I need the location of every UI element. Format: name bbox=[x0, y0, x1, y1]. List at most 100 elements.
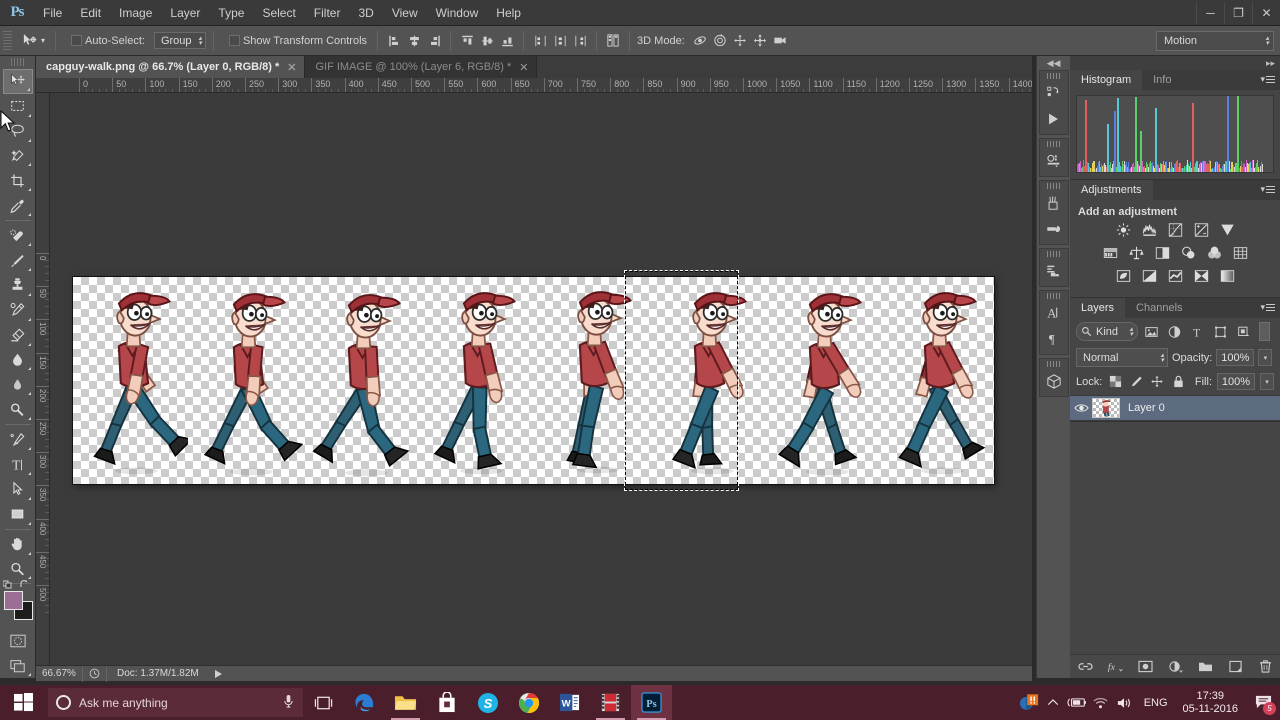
sprite-frame[interactable] bbox=[764, 277, 879, 484]
start-button[interactable] bbox=[0, 685, 46, 720]
layer-filter-kind-dropdown[interactable]: Kind ▴ ▾ bbox=[1076, 322, 1138, 341]
lock-position-icon[interactable] bbox=[1149, 374, 1165, 390]
tool-quick-mask[interactable] bbox=[3, 628, 33, 653]
tool-blur[interactable] bbox=[3, 372, 33, 397]
auto-align-layers-icon[interactable] bbox=[604, 32, 622, 50]
menu-image[interactable]: Image bbox=[110, 2, 161, 24]
tool-clone-stamp[interactable] bbox=[3, 273, 33, 298]
action-center-button[interactable]: 5 bbox=[1246, 685, 1280, 720]
document-info[interactable]: Doc: 1.37M/1.82M bbox=[107, 668, 209, 679]
align-left-edges-icon[interactable] bbox=[385, 32, 403, 50]
new-adjustment-layer-icon[interactable] bbox=[1167, 659, 1183, 675]
sprite-frame[interactable] bbox=[649, 277, 764, 484]
delete-layer-icon[interactable] bbox=[1257, 659, 1273, 675]
3d-camera-icon[interactable] bbox=[771, 32, 789, 50]
rail-grip[interactable] bbox=[1047, 251, 1060, 257]
taskbar-app-microsoft-store[interactable] bbox=[426, 685, 467, 720]
menu-edit[interactable]: Edit bbox=[71, 2, 110, 24]
menu-type[interactable]: Type bbox=[209, 2, 253, 24]
adjustment-filter-icon[interactable] bbox=[1165, 322, 1184, 341]
tool-dodge[interactable] bbox=[3, 397, 33, 422]
properties-panel-icon[interactable] bbox=[1040, 148, 1068, 174]
tool-gradient[interactable] bbox=[3, 348, 33, 373]
smart-object-filter-icon[interactable] bbox=[1234, 322, 1253, 341]
sprite-frame[interactable] bbox=[534, 277, 649, 484]
close-button[interactable]: ✕ bbox=[1252, 2, 1280, 24]
collapse-panels-icon[interactable]: ◀◀ bbox=[1037, 56, 1071, 70]
tool-eyedropper[interactable] bbox=[3, 193, 33, 218]
wifi-icon[interactable] bbox=[1089, 685, 1113, 720]
lock-transparent-pixels-icon[interactable] bbox=[1107, 374, 1123, 390]
tab-info[interactable]: Info bbox=[1142, 70, 1183, 90]
new-layer-icon[interactable] bbox=[1227, 659, 1243, 675]
input-language-indicator[interactable]: ENG bbox=[1137, 697, 1175, 709]
taskbar-app-movie-maker[interactable] bbox=[590, 685, 631, 720]
tool-move[interactable] bbox=[2, 68, 33, 94]
lock-all-icon[interactable] bbox=[1170, 374, 1186, 390]
zoom-level[interactable]: 66.67% bbox=[36, 668, 82, 679]
sprite-frame[interactable] bbox=[73, 277, 189, 484]
close-icon[interactable]: ✕ bbox=[287, 61, 296, 74]
panel-collapse-icon[interactable]: ▸▸ bbox=[1070, 56, 1280, 70]
security-action-center-icon[interactable] bbox=[1017, 685, 1041, 720]
exposure-icon[interactable] bbox=[1191, 221, 1211, 239]
show-hidden-icons-chevron-up-icon[interactable] bbox=[1041, 685, 1065, 720]
tool-type[interactable]: T bbox=[3, 452, 33, 477]
vertical-ruler[interactable]: 0 50 100 150 200 250 300 350 400 450 500 bbox=[36, 93, 50, 665]
shape-filter-icon[interactable] bbox=[1211, 322, 1230, 341]
taskbar-app-microsoft-edge[interactable] bbox=[344, 685, 385, 720]
layer-style-icon[interactable]: fx bbox=[1107, 659, 1123, 675]
taskbar-app-skype[interactable]: S bbox=[467, 685, 508, 720]
battery-icon[interactable] bbox=[1065, 685, 1089, 720]
tool-screen-mode[interactable] bbox=[3, 653, 33, 678]
layer-row-layer-0[interactable]: Layer 0 bbox=[1070, 395, 1280, 421]
sprite-frame[interactable] bbox=[879, 277, 994, 484]
type-filter-icon[interactable]: T bbox=[1188, 322, 1207, 341]
sprite-frame[interactable] bbox=[303, 277, 418, 484]
pixel-filter-icon[interactable] bbox=[1142, 322, 1161, 341]
brightness-contrast-icon[interactable] bbox=[1113, 221, 1133, 239]
sprite-frame[interactable] bbox=[188, 277, 304, 484]
tab-adjustments[interactable]: Adjustments bbox=[1070, 180, 1153, 200]
document-tab-capguy-walk[interactable]: capguy-walk.png @ 66.7% (Layer 0, RGB/8)… bbox=[36, 56, 306, 78]
timeline-panel-icon[interactable] bbox=[1040, 106, 1068, 132]
tools-panel-grip[interactable] bbox=[10, 58, 25, 66]
restore-button[interactable]: ❐ bbox=[1224, 2, 1252, 24]
threshold-icon[interactable] bbox=[1165, 267, 1185, 285]
color-balance-icon[interactable] bbox=[1126, 244, 1146, 262]
tool-crop[interactable] bbox=[3, 168, 33, 193]
taskbar-app-file-explorer[interactable] bbox=[385, 685, 426, 720]
tool-brush[interactable] bbox=[3, 248, 33, 273]
tool-path-selection[interactable] bbox=[3, 477, 33, 502]
color-lookup-icon[interactable] bbox=[1230, 244, 1250, 262]
character-panel-icon[interactable]: A bbox=[1040, 300, 1068, 326]
tool-history-brush[interactable] bbox=[3, 298, 33, 323]
taskbar-app-google-chrome[interactable] bbox=[508, 685, 549, 720]
auto-select-checkbox[interactable] bbox=[71, 35, 83, 46]
tool-preset-chevron-icon[interactable]: ▾ bbox=[41, 36, 45, 45]
taskbar-app-photoshop[interactable]: Ps bbox=[631, 685, 672, 720]
distribute-vertical-centers-icon[interactable] bbox=[551, 32, 569, 50]
tool-flyout-indicator[interactable] bbox=[26, 87, 30, 91]
paragraph-panel-icon[interactable]: ¶ bbox=[1040, 326, 1068, 352]
3d-slide-icon[interactable] bbox=[751, 32, 769, 50]
3d-pan-icon[interactable] bbox=[731, 32, 749, 50]
levels-icon[interactable] bbox=[1139, 221, 1159, 239]
distribute-bottom-edges-icon[interactable] bbox=[571, 32, 589, 50]
tool-pen[interactable] bbox=[3, 427, 33, 452]
panel-menu-icon[interactable]: ▾ bbox=[1260, 184, 1275, 195]
selective-color-icon[interactable] bbox=[1191, 267, 1211, 285]
tool-spot-healing-brush[interactable] bbox=[3, 223, 33, 248]
document-tab-gif-image[interactable]: GIF IMAGE @ 100% (Layer 6, RGB/8) * ✕ bbox=[305, 56, 538, 78]
layer-thumbnail[interactable] bbox=[1092, 398, 1120, 418]
layer-mask-icon[interactable] bbox=[1137, 659, 1153, 675]
rail-grip[interactable] bbox=[1047, 73, 1060, 79]
tool-quick-selection[interactable] bbox=[3, 144, 33, 169]
distribute-top-edges-icon[interactable] bbox=[531, 32, 549, 50]
tool-rectangle-shape[interactable] bbox=[3, 502, 33, 527]
link-layers-icon[interactable] bbox=[1077, 659, 1093, 675]
black-white-icon[interactable] bbox=[1152, 244, 1172, 262]
filter-toggle-switch[interactable] bbox=[1259, 322, 1270, 341]
taskbar-app-task-view[interactable] bbox=[303, 685, 344, 720]
invert-icon[interactable] bbox=[1113, 267, 1133, 285]
